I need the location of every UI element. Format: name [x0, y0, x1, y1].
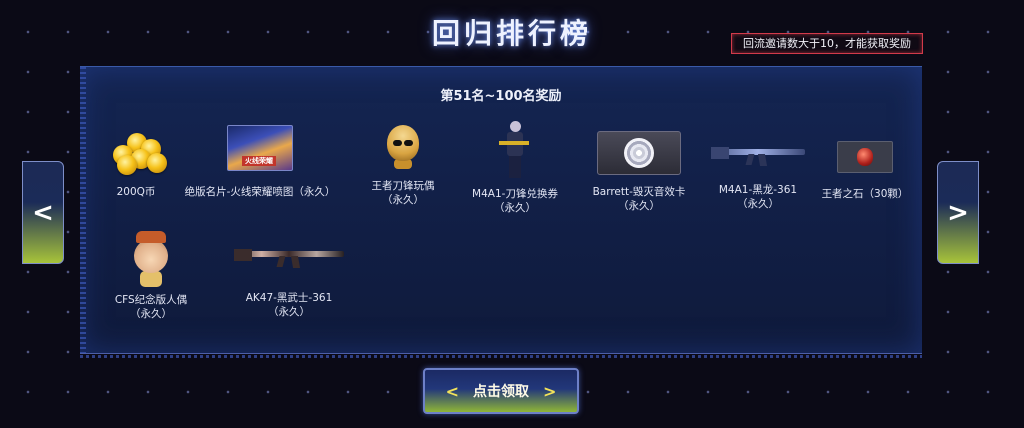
reward-name: 200Q币 [116, 186, 156, 198]
reward-name: CFS纪念版人偶 [114, 294, 188, 306]
chevron-right-icon: > [947, 197, 969, 228]
reward-duration: （永久） [382, 194, 424, 206]
claim-button-label: 点击领取 [473, 384, 529, 400]
reward-name: M4A1-刀锋兑换券 [472, 188, 558, 200]
reward-tier-title: 第51名~100名奖励 [440, 89, 562, 104]
claim-reward-button[interactable]: < 点击领取 > [423, 368, 579, 414]
doll-icon [348, 125, 458, 169]
reward-duration: （永久） [130, 308, 172, 320]
coin-pile-icon [105, 131, 167, 175]
rifle-icon [711, 141, 805, 167]
reward-item: 王者之石（30颗） [814, 141, 916, 201]
reward-item: AK47-黑武士-361 （永久） [224, 243, 354, 319]
reward-name: 王者之石（30颗） [821, 188, 909, 200]
reward-name: 王者刀锋玩偶 [371, 180, 435, 192]
reward-duration: （永久） [737, 198, 779, 210]
prev-page-button[interactable]: < [22, 161, 64, 264]
spray-card-icon: 火线荣耀 [227, 125, 293, 171]
reward-name: M4A1-黑龙-361 [718, 184, 798, 196]
chevron-right-icon: > [543, 381, 557, 401]
reward-duration: （永久） [268, 306, 310, 318]
notice-banner: 回流邀请数大于10，才能获取奖励 [731, 33, 923, 54]
reward-item: 200Q币 [90, 131, 182, 199]
reward-name: 绝版名片-火线荣耀喷图（永久） [184, 186, 336, 198]
king-stone-icon [837, 141, 893, 173]
reward-item: 火线荣耀 绝版名片-火线荣耀喷图（永久） [180, 125, 340, 199]
reward-duration: （永久） [618, 200, 660, 212]
reward-item: 王者刀锋玩偶 （永久） [348, 125, 458, 207]
chevron-left-icon: < [445, 381, 459, 401]
spray-card-badge: 火线荣耀 [242, 156, 276, 166]
reward-item: M4A1-黑龙-361 （永久） [706, 141, 810, 211]
reward-item: M4A1-刀锋兑换券 （永久） [456, 121, 574, 215]
reward-name: Barrett-毁灭音效卡 [592, 186, 686, 198]
chevron-left-icon: < [32, 197, 54, 228]
character-icon [499, 121, 529, 179]
next-page-button[interactable]: > [937, 161, 979, 264]
reward-panel: 第51名~100名奖励 200Q币 火线荣耀 绝版名片-火线荣耀喷图（永久） 王… [80, 66, 922, 358]
figurine-icon [96, 231, 206, 287]
reward-name: AK47-黑武士-361 [245, 292, 333, 304]
reward-duration: （永久） [494, 202, 536, 214]
rifle-icon [234, 243, 344, 269]
sound-card-icon [597, 131, 681, 175]
reward-item: CFS纪念版人偶 （永久） [96, 231, 206, 321]
reward-item: Barrett-毁灭音效卡 （永久） [580, 131, 698, 213]
